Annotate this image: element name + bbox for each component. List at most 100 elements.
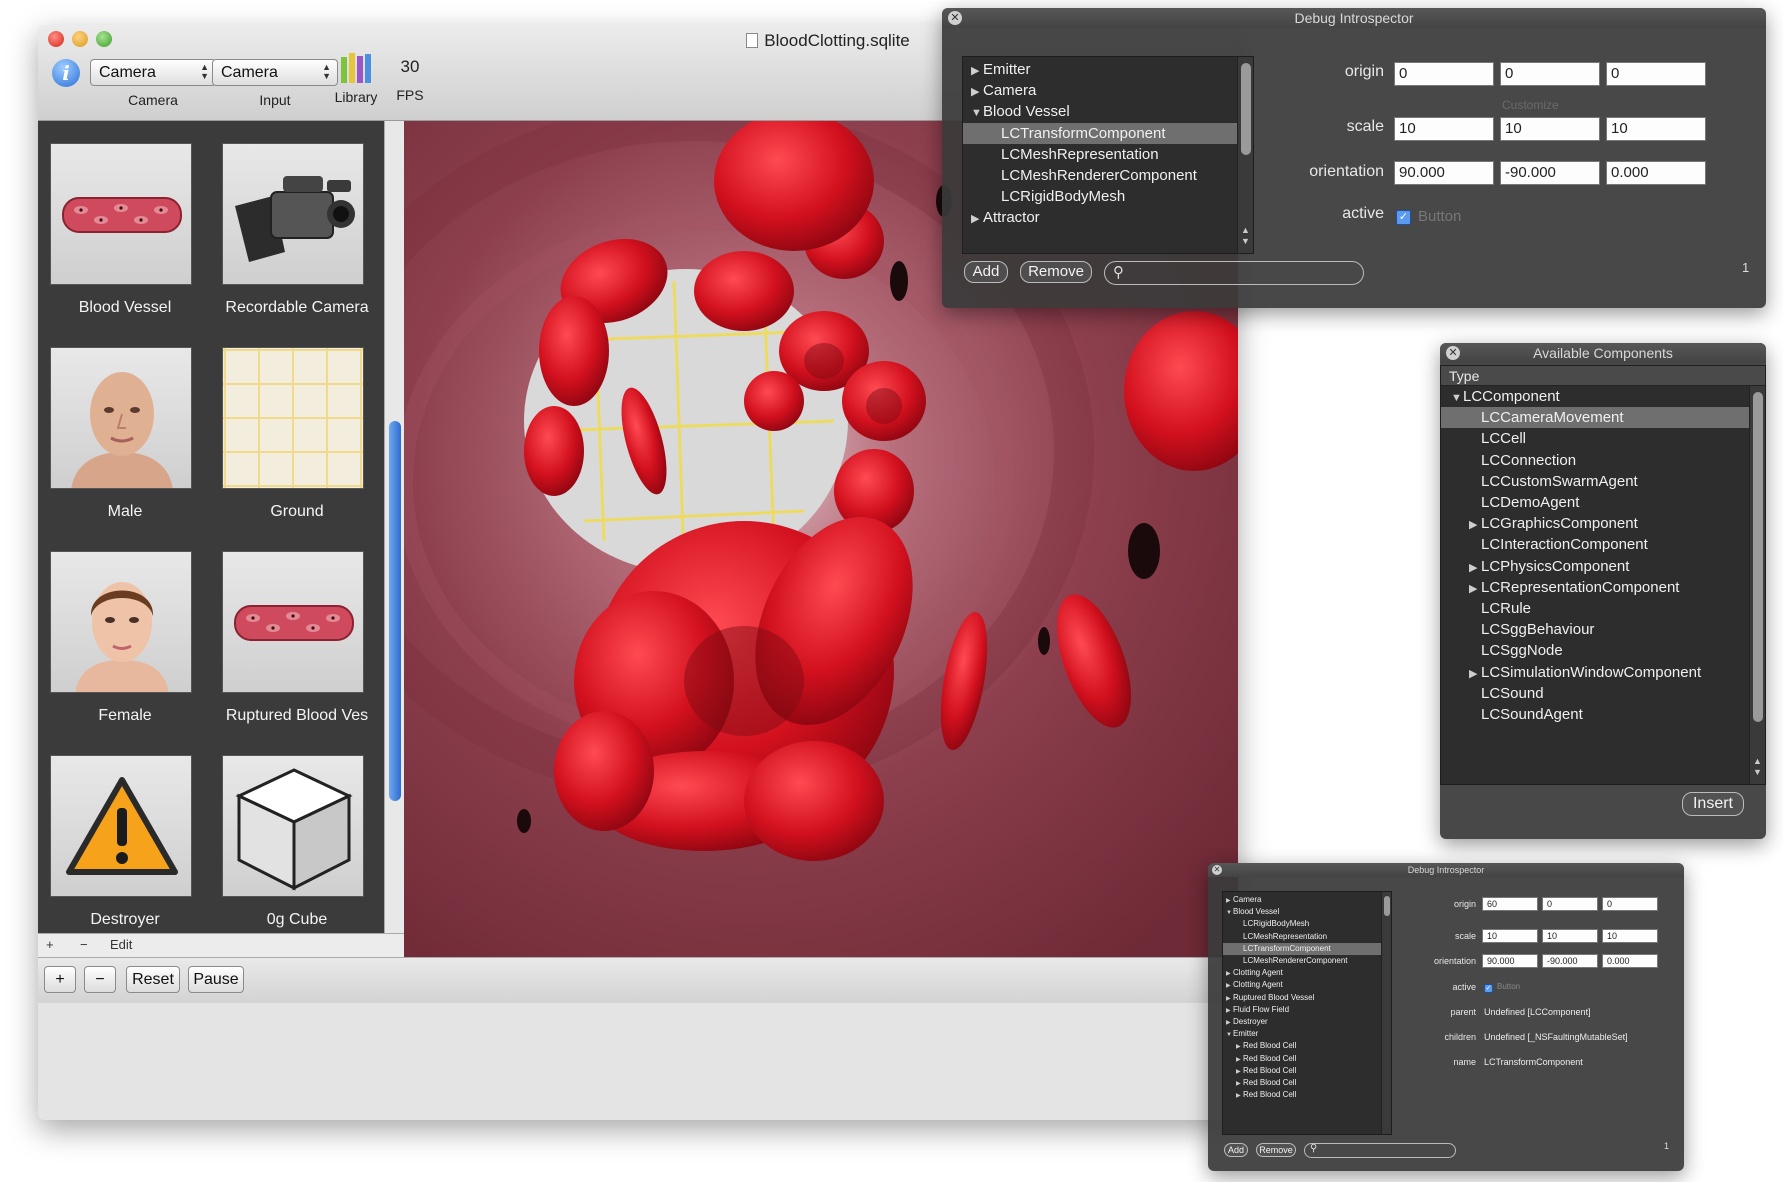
- disclosure-closed-icon[interactable]: ▶: [1469, 579, 1481, 600]
- library-remove-button[interactable]: −: [80, 937, 88, 952]
- introspector-search-input[interactable]: ⚲: [1104, 261, 1364, 285]
- input-popup[interactable]: Camera ▲ ▼: [212, 59, 338, 86]
- tree-scrollbar[interactable]: ▲ ▼: [1237, 57, 1253, 253]
- tree-scroll-thumb[interactable]: [1241, 63, 1251, 155]
- scroll-arrows-icon[interactable]: ▲ ▼: [1753, 756, 1762, 778]
- tree-row[interactable]: ▶ Emitter: [963, 59, 1253, 80]
- small-tree-row[interactable]: LCMeshRepresentation: [1223, 931, 1391, 943]
- small-tree-row[interactable]: ▶ Red Blood Cell: [1223, 1077, 1391, 1089]
- library-item-ground[interactable]: Ground: [222, 347, 372, 521]
- small-origin-y-field[interactable]: 0: [1542, 897, 1598, 911]
- component-row[interactable]: ▶ LCPhysicsComponent: [1441, 556, 1765, 577]
- library-scroll-thumb[interactable]: [389, 421, 401, 801]
- small-active-checkbox[interactable]: ✓: [1484, 984, 1493, 993]
- small-tree-scrollbar[interactable]: [1381, 892, 1391, 1134]
- library-item-destroyer[interactable]: Destroyer: [50, 755, 200, 929]
- close-icon[interactable]: ✕: [1446, 346, 1460, 360]
- introspector-tree[interactable]: ▶ Emitter ▶ Camera ▼Blood Vessel LCTransformC…: [962, 56, 1254, 254]
- component-row[interactable]: ▶ LCSimulationWindowComponent: [1441, 662, 1765, 683]
- components-scroll-thumb[interactable]: [1753, 392, 1763, 722]
- component-row[interactable]: LCInteractionComponent: [1441, 534, 1765, 555]
- small-remove-button[interactable]: Remove: [1256, 1143, 1296, 1157]
- introspector-remove-button[interactable]: Remove: [1020, 261, 1092, 283]
- library-tool[interactable]: Library: [328, 53, 384, 105]
- info-icon[interactable]: i: [52, 59, 80, 87]
- small-tree-row[interactable]: ▶ Clotting Agent: [1223, 979, 1391, 991]
- small-tree-row[interactable]: ▶ Ruptured Blood Vessel: [1223, 992, 1391, 1004]
- small-origin-x-field[interactable]: 60: [1482, 897, 1538, 911]
- library-item-blood-vessel[interactable]: Blood Vessel: [50, 143, 200, 317]
- tree-row[interactable]: ▶ Camera: [963, 80, 1253, 101]
- library-item-0g-cube[interactable]: 0g Cube: [222, 755, 372, 929]
- small-scale-x-field[interactable]: 10: [1482, 929, 1538, 943]
- disclosure-open-icon[interactable]: ▼: [971, 103, 983, 124]
- insert-button[interactable]: Insert: [1682, 792, 1744, 816]
- disclosure-closed-icon[interactable]: ▶: [1469, 664, 1481, 685]
- active-checkbox[interactable]: ✓: [1396, 210, 1411, 225]
- components-scrollbar[interactable]: ▲ ▼: [1749, 386, 1765, 784]
- component-row[interactable]: LCSound: [1441, 683, 1765, 704]
- tree-row[interactable]: LCMeshRendererComponent: [963, 165, 1253, 186]
- disclosure-open-icon[interactable]: ▼: [1451, 388, 1463, 409]
- small-tree-row[interactable]: ▶ Red Blood Cell: [1223, 1089, 1391, 1101]
- component-row[interactable]: LCConnection: [1441, 450, 1765, 471]
- component-row[interactable]: LCDemoAgent: [1441, 492, 1765, 513]
- disclosure-closed-icon[interactable]: ▶: [971, 82, 983, 103]
- orientation-z-field[interactable]: 0.000: [1606, 161, 1706, 185]
- small-tree-row[interactable]: LCTransformComponent: [1223, 942, 1391, 955]
- small-tree-row[interactable]: ▶ Camera: [1223, 894, 1391, 906]
- small-orientation-x-field[interactable]: 90.000: [1482, 954, 1538, 968]
- small-tree-row[interactable]: LCRigidBodyMesh: [1223, 918, 1391, 930]
- small-orientation-z-field[interactable]: 0.000: [1602, 954, 1658, 968]
- small-tree-row[interactable]: LCMeshRendererComponent: [1223, 955, 1391, 967]
- small-scale-z-field[interactable]: 10: [1602, 929, 1658, 943]
- orientation-y-field[interactable]: -90.000: [1500, 161, 1600, 185]
- library-icon[interactable]: [341, 53, 371, 83]
- scroll-arrows-icon[interactable]: ▲ ▼: [1241, 225, 1250, 247]
- component-row[interactable]: ▶ LCRepresentationComponent: [1441, 577, 1765, 598]
- pause-button[interactable]: Pause: [188, 966, 244, 993]
- library-scrollbar[interactable]: [384, 121, 404, 933]
- remove-object-button[interactable]: −: [84, 966, 116, 993]
- origin-z-field[interactable]: 0: [1606, 62, 1706, 86]
- library-item-male[interactable]: Male: [50, 347, 200, 521]
- library-add-button[interactable]: +: [46, 937, 54, 952]
- origin-x-field[interactable]: 0: [1394, 62, 1494, 86]
- small-introspector-tree[interactable]: ▶ Camera ▼Blood Vessel LCRigidBodyMesh LCMes…: [1222, 891, 1392, 1135]
- add-object-button[interactable]: +: [44, 966, 76, 993]
- disclosure-closed-icon[interactable]: ▶: [1469, 515, 1481, 536]
- small-scale-y-field[interactable]: 10: [1542, 929, 1598, 943]
- disclosure-closed-icon[interactable]: ▶: [1469, 558, 1481, 579]
- component-row[interactable]: LCSoundAgent: [1441, 704, 1765, 725]
- library-item-recordable-camera[interactable]: Recordable Camera: [222, 143, 372, 317]
- close-icon[interactable]: ✕: [948, 11, 962, 25]
- small-tree-row[interactable]: ▼Emitter: [1223, 1028, 1391, 1040]
- origin-y-field[interactable]: 0: [1500, 62, 1600, 86]
- small-tree-row[interactable]: ▶ Fluid Flow Field: [1223, 1004, 1391, 1016]
- orientation-x-field[interactable]: 90.000: [1394, 161, 1494, 185]
- component-row[interactable]: LCRule: [1441, 598, 1765, 619]
- components-list[interactable]: Type ▼LCComponent LCCameraMovement LCCell L…: [1440, 365, 1766, 785]
- reset-button[interactable]: Reset: [126, 966, 180, 993]
- tree-row[interactable]: ▼Blood Vessel: [963, 101, 1253, 122]
- camera-popup[interactable]: Camera ▲ ▼: [90, 59, 216, 86]
- library-item-ruptured-blood-vessel[interactable]: Ruptured Blood Ves: [222, 551, 372, 725]
- component-row[interactable]: ▶ LCGraphicsComponent: [1441, 513, 1765, 534]
- disclosure-closed-icon[interactable]: ▶: [971, 209, 983, 230]
- small-tree-row[interactable]: ▶ Red Blood Cell: [1223, 1053, 1391, 1065]
- close-icon[interactable]: ✕: [1212, 865, 1222, 875]
- tree-row[interactable]: LCMeshRepresentation: [963, 144, 1253, 165]
- component-row[interactable]: LCCustomSwarmAgent: [1441, 471, 1765, 492]
- component-row[interactable]: LCCameraMovement: [1441, 407, 1765, 429]
- component-row[interactable]: LCSggNode: [1441, 640, 1765, 661]
- small-origin-z-field[interactable]: 0: [1602, 897, 1658, 911]
- small-tree-row[interactable]: ▶ Clotting Agent: [1223, 967, 1391, 979]
- small-search-input[interactable]: ⚲: [1304, 1143, 1456, 1158]
- scale-z-field[interactable]: 10: [1606, 117, 1706, 141]
- library-edit-button[interactable]: Edit: [110, 937, 132, 952]
- small-add-button[interactable]: Add: [1224, 1143, 1248, 1157]
- small-tree-row[interactable]: ▶ Destroyer: [1223, 1016, 1391, 1028]
- small-tree-row[interactable]: ▶ Red Blood Cell: [1223, 1065, 1391, 1077]
- scale-x-field[interactable]: 10: [1394, 117, 1494, 141]
- small-tree-row[interactable]: ▼Blood Vessel: [1223, 906, 1391, 918]
